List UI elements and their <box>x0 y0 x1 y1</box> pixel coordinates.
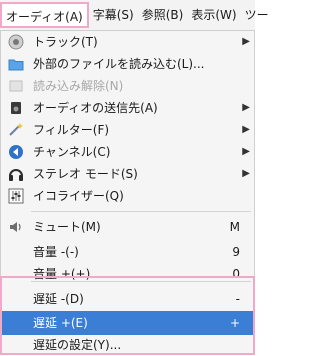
folder-icon <box>8 56 24 72</box>
shortcut-label: - <box>235 292 240 306</box>
filter-wand-icon <box>8 122 24 138</box>
menu-item-equalizer[interactable]: イコライザー(Q) <box>1 185 254 207</box>
volume-icon <box>8 219 24 235</box>
unload-icon <box>8 78 24 94</box>
menu-item-label: フィルター(F) <box>33 123 110 137</box>
menu-item-filter[interactable]: フィルター(F) ▶ <box>1 119 254 141</box>
menu-item-label: チャンネル(C) <box>33 145 111 159</box>
menu-item-label: トラック(T) <box>33 35 98 49</box>
menu-item-mute[interactable]: ミュート(M) M <box>1 216 254 238</box>
menu-item-delay-up[interactable]: 遅延 +(E) + <box>1 311 254 335</box>
headphones-icon <box>8 166 24 182</box>
audio-menu: トラック(T) ▶ 外部のファイルを読み込む(L)... 読み込み解除(N) オ… <box>0 30 255 355</box>
speaker-icon <box>8 34 24 50</box>
menu-item-audio-device[interactable]: オーディオの送信先(A) ▶ <box>1 97 254 119</box>
menu-item-volume-down[interactable]: 音量 -(-) 9 <box>1 241 254 263</box>
menubar-view[interactable]: 表示(W) <box>187 2 240 28</box>
submenu-arrow-icon: ▶ <box>242 168 250 179</box>
menu-item-label: オーディオの送信先(A) <box>33 101 158 115</box>
menu-item-label: 音量 -(-) <box>33 245 79 259</box>
submenu-arrow-icon: ▶ <box>242 36 250 47</box>
submenu-arrow-icon: ▶ <box>242 146 250 157</box>
menu-item-label: 遅延 +(E) <box>33 316 88 330</box>
device-icon <box>8 100 24 116</box>
menu-separator <box>31 211 251 212</box>
menu-item-label: ミュート(M) <box>33 220 101 234</box>
menu-item-delay-down[interactable]: 遅延 -(D) - <box>1 288 254 310</box>
menubar-subtitle[interactable]: 字幕(S) <box>89 2 138 28</box>
shortcut-label: + <box>229 316 240 330</box>
menu-item-label: ステレオ モード(S) <box>33 167 138 181</box>
submenu-arrow-icon: ▶ <box>242 124 250 135</box>
equalizer-icon <box>8 188 24 204</box>
menu-item-delay-settings[interactable]: 遅延の設定(Y)... <box>1 334 254 356</box>
menu-item-label: イコライザー(Q) <box>33 189 124 203</box>
shortcut-label: 9 <box>232 245 240 259</box>
menu-item-label: 読み込み解除(N) <box>33 79 124 93</box>
menu-item-channel[interactable]: チャンネル(C) ▶ <box>1 141 254 163</box>
submenu-arrow-icon: ▶ <box>242 102 250 113</box>
menubar-audio[interactable]: オーディオ(A) <box>0 2 89 28</box>
menu-item-label: 遅延の設定(Y)... <box>33 338 122 352</box>
menu-item-stereo-mode[interactable]: ステレオ モード(S) ▶ <box>1 163 254 185</box>
channel-icon <box>8 144 24 160</box>
menubar-browse[interactable]: 参照(B) <box>138 2 188 28</box>
menu-item-unload: 読み込み解除(N) <box>1 75 254 97</box>
menu-item-load-external-file[interactable]: 外部のファイルを読み込む(L)... <box>1 53 254 75</box>
menu-item-track[interactable]: トラック(T) ▶ <box>1 31 254 53</box>
menu-item-label: 外部のファイルを読み込む(L)... <box>33 57 205 71</box>
menu-bar: オーディオ(A) 字幕(S) 参照(B) 表示(W) ツー <box>0 0 269 31</box>
menu-item-label: 遅延 -(D) <box>33 292 84 306</box>
menu-separator <box>31 281 251 282</box>
menubar-tools[interactable]: ツー <box>241 2 273 28</box>
shortcut-label: M <box>229 220 240 234</box>
